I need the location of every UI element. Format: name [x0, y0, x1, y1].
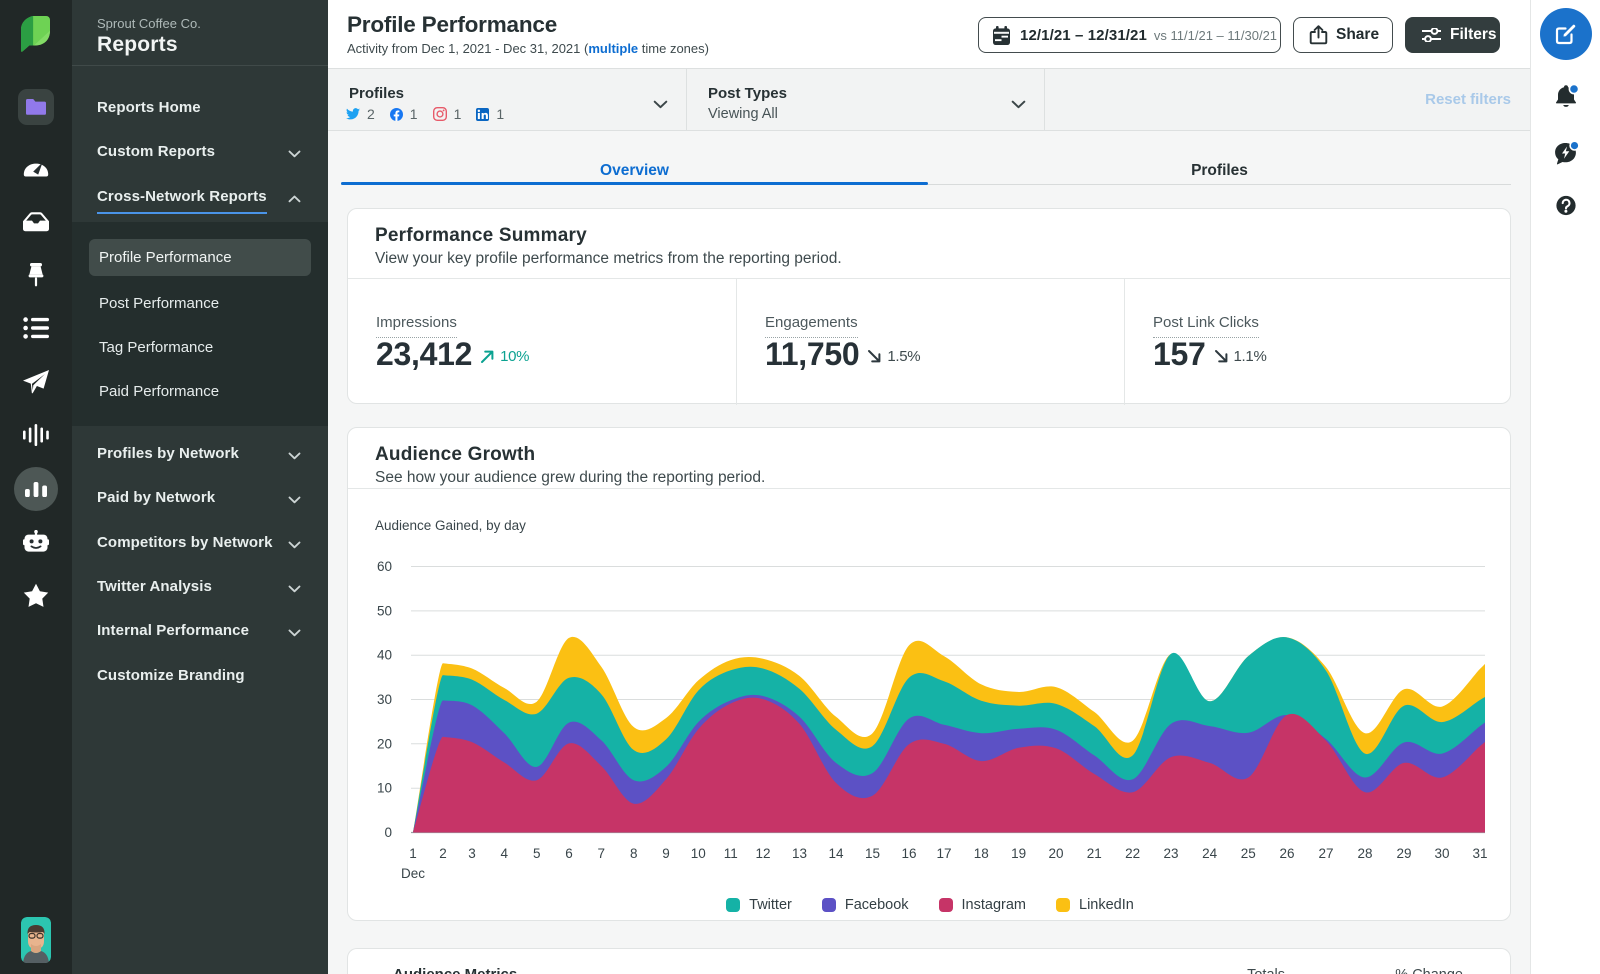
svg-text:26: 26 — [1279, 846, 1294, 861]
svg-text:23: 23 — [1163, 846, 1178, 861]
svg-text:30: 30 — [377, 692, 392, 707]
svg-text:60: 60 — [377, 559, 392, 574]
svg-text:11: 11 — [724, 846, 738, 861]
svg-text:9: 9 — [662, 846, 670, 861]
svg-text:17: 17 — [936, 846, 951, 861]
svg-text:4: 4 — [501, 846, 509, 861]
svg-text:28: 28 — [1357, 846, 1372, 861]
svg-text:22: 22 — [1125, 846, 1140, 861]
svg-text:6: 6 — [565, 846, 573, 861]
svg-text:2: 2 — [439, 846, 447, 861]
svg-text:31: 31 — [1472, 846, 1487, 861]
svg-text:50: 50 — [377, 603, 392, 618]
svg-text:25: 25 — [1241, 846, 1256, 861]
svg-text:8: 8 — [630, 846, 638, 861]
svg-text:40: 40 — [377, 648, 392, 663]
svg-text:0: 0 — [384, 825, 392, 840]
svg-text:19: 19 — [1011, 846, 1026, 861]
svg-text:Dec: Dec — [401, 866, 425, 881]
svg-text:10: 10 — [691, 846, 706, 861]
svg-text:20: 20 — [1048, 846, 1063, 861]
svg-text:15: 15 — [865, 846, 880, 861]
svg-text:30: 30 — [1434, 846, 1449, 861]
svg-text:3: 3 — [468, 846, 476, 861]
svg-text:16: 16 — [901, 846, 916, 861]
svg-text:1: 1 — [409, 846, 417, 861]
svg-text:12: 12 — [755, 846, 770, 861]
svg-text:7: 7 — [598, 846, 606, 861]
svg-text:29: 29 — [1396, 846, 1411, 861]
svg-text:27: 27 — [1318, 846, 1333, 861]
svg-text:14: 14 — [828, 846, 844, 861]
svg-text:24: 24 — [1202, 846, 1218, 861]
svg-text:10: 10 — [377, 781, 392, 796]
svg-text:21: 21 — [1087, 846, 1102, 861]
svg-text:5: 5 — [533, 846, 541, 861]
svg-text:20: 20 — [377, 736, 392, 751]
svg-text:13: 13 — [792, 846, 807, 861]
svg-text:18: 18 — [974, 846, 989, 861]
